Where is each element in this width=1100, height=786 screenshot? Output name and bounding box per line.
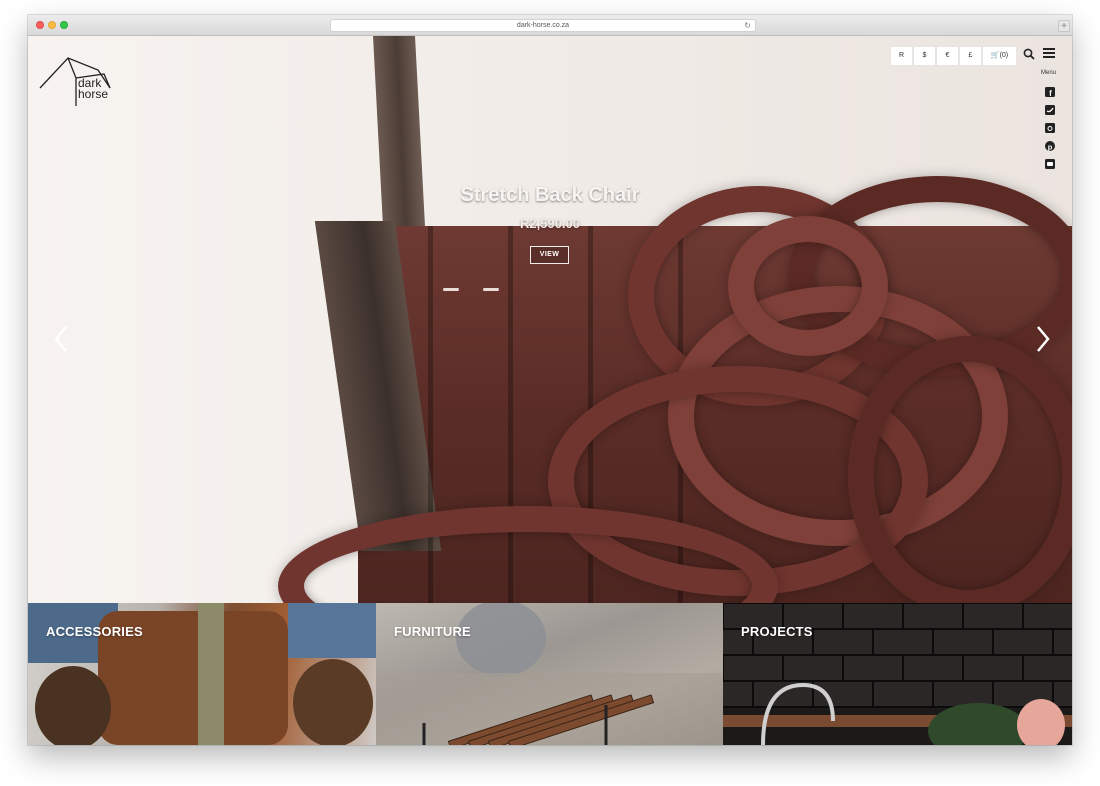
currency-rand-button[interactable]: R xyxy=(890,46,913,66)
search-icon[interactable] xyxy=(1023,48,1035,60)
browser-window: dark-horse.co.za ↻ + Stretch Back Chair … xyxy=(28,15,1072,745)
currency-switcher: R $ € £ 🛒(0) xyxy=(890,46,1017,66)
svg-text:f: f xyxy=(1049,89,1052,97)
reload-icon[interactable]: ↻ xyxy=(744,20,751,32)
category-tile-furniture[interactable]: FURNITURE xyxy=(376,603,723,745)
browser-toolbar: dark-horse.co.za ↻ + xyxy=(28,15,1072,36)
currency-pound-button[interactable]: £ xyxy=(959,46,982,66)
view-product-button[interactable]: VIEW xyxy=(530,246,569,264)
svg-text:p: p xyxy=(1048,143,1053,152)
currency-euro-button[interactable]: € xyxy=(936,46,959,66)
facebook-icon[interactable]: f xyxy=(1045,87,1055,97)
slider-next-arrow-icon[interactable] xyxy=(1034,324,1052,354)
twitter-icon[interactable] xyxy=(1045,105,1055,115)
category-label-furniture: FURNITURE xyxy=(394,624,471,639)
maximize-window-button[interactable] xyxy=(60,21,68,29)
hero-slider: Stretch Back Chair R2,590.00 VIEW dark h… xyxy=(28,36,1072,603)
minimize-window-button[interactable] xyxy=(48,21,56,29)
hamburger-menu-icon[interactable] xyxy=(1043,47,1055,59)
menu-label[interactable]: Menu xyxy=(1041,70,1056,76)
cart-icon: 🛒 xyxy=(990,52,1000,59)
category-label-accessories: ACCESSORIES xyxy=(46,624,143,639)
category-label-projects: PROJECTS xyxy=(741,624,813,639)
cart-button[interactable]: 🛒(0) xyxy=(982,46,1017,66)
hero-title: Stretch Back Chair xyxy=(460,184,640,206)
category-tile-accessories[interactable]: ACCESSORIES xyxy=(28,603,376,745)
address-bar-url: dark-horse.co.za xyxy=(516,22,570,29)
instagram-icon[interactable] xyxy=(1045,123,1055,133)
cart-count: (0) xyxy=(999,52,1009,59)
currency-dollar-button[interactable]: $ xyxy=(913,46,936,66)
youtube-icon[interactable] xyxy=(1045,159,1055,169)
hero-price: R2,590.00 xyxy=(520,216,580,231)
slider-prev-arrow-icon[interactable] xyxy=(52,324,70,354)
new-tab-button[interactable]: + xyxy=(1058,20,1070,32)
pinterest-icon[interactable]: p xyxy=(1045,141,1055,151)
site-logo[interactable]: dark horse xyxy=(38,48,118,108)
logo-text-horse: horse xyxy=(78,87,109,101)
address-bar[interactable]: dark-horse.co.za ↻ xyxy=(330,19,756,32)
category-tile-projects[interactable]: PROJECTS xyxy=(723,603,1072,745)
close-window-button[interactable] xyxy=(36,21,44,29)
